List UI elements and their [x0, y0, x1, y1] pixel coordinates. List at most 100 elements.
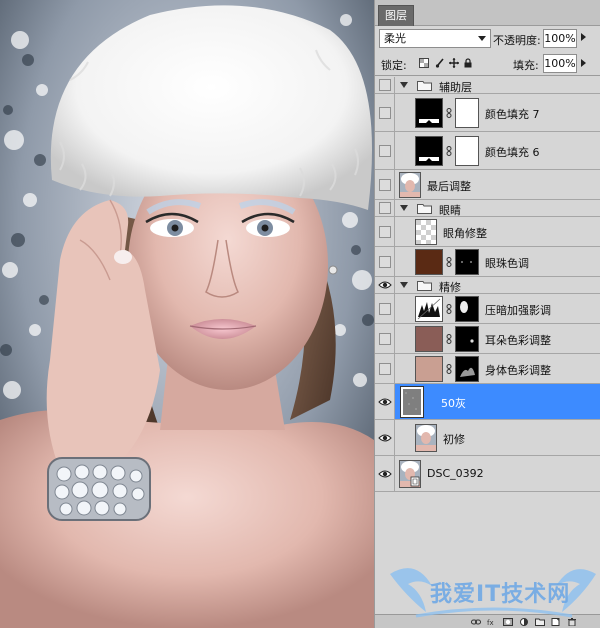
eye-icon: [378, 398, 392, 405]
layer-row[interactable]: 初修: [375, 420, 600, 456]
layer-group-row[interactable]: 辅助层: [375, 77, 600, 94]
transparent-thumbnail: [415, 218, 437, 245]
layer-row[interactable]: 颜色填充 7: [375, 94, 600, 132]
blend-mode-select[interactable]: 柔光: [379, 29, 491, 48]
smart-object-thumbnail: [399, 459, 421, 488]
folder-icon: [417, 281, 432, 291]
visibility-empty-box: [379, 178, 391, 191]
lock-transparency-icon[interactable]: [419, 58, 429, 68]
fill-color-thumbnail: [415, 97, 443, 128]
layer-row[interactable]: DSC_0392: [375, 456, 600, 492]
visibility-toggle[interactable]: [375, 170, 395, 199]
fill-input[interactable]: 100%: [543, 54, 577, 73]
link-chain-icon[interactable]: [446, 303, 452, 314]
link-chain-icon[interactable]: [446, 107, 452, 118]
visibility-toggle[interactable]: [375, 217, 395, 246]
layer-row[interactable]: 颜色填充 6: [375, 132, 600, 170]
opacity-input[interactable]: 100%: [543, 29, 577, 48]
visibility-empty-box: [379, 106, 391, 119]
lock-pixels-brush-icon[interactable]: [435, 58, 445, 68]
link-chain-icon[interactable]: [446, 333, 452, 344]
visibility-empty-box: [379, 302, 391, 315]
link-chain-icon[interactable]: [446, 363, 452, 374]
lock-all-icon[interactable]: [463, 58, 473, 68]
eye-icon: [378, 281, 392, 289]
layer-name: 颜色填充 6: [485, 145, 540, 159]
visibility-empty-box: [379, 202, 391, 214]
layer-mask-thumbnail[interactable]: [455, 325, 479, 352]
layer-row-selected[interactable]: 50灰: [375, 384, 600, 420]
visibility-toggle[interactable]: [375, 200, 395, 216]
layer-mask-thumbnail[interactable]: [455, 97, 479, 128]
watermark-text: 我爱IT技术网: [430, 582, 571, 607]
visibility-toggle[interactable]: [375, 94, 395, 131]
layer-name: 压暗加强影调: [485, 303, 551, 317]
bracelet: [47, 457, 151, 521]
fill-color-thumbnail: [415, 355, 443, 382]
eye-icon: [378, 470, 392, 477]
expand-triangle-icon[interactable]: [400, 82, 408, 88]
layer-name: 身体色彩调整: [485, 363, 551, 377]
layer-mask-thumbnail[interactable]: [455, 135, 479, 166]
layer-name: 辅助层: [439, 81, 472, 94]
layer-name: 耳朵色彩调整: [485, 333, 551, 347]
visibility-toggle[interactable]: [375, 132, 395, 169]
lock-row: 锁定: 填充: 100%: [375, 52, 600, 76]
layer-mask-thumbnail[interactable]: [455, 248, 479, 275]
fill-label: 填充:: [513, 59, 539, 72]
portrait-image: [0, 0, 374, 628]
visibility-toggle[interactable]: [375, 384, 395, 419]
visibility-toggle[interactable]: [375, 456, 395, 491]
layer-group-row[interactable]: 眼睛: [375, 200, 600, 217]
layers-list: 辅助层 颜色填充 7 颜色填充 6 最后调整 眼睛 眼角修整 眼珠色调 精修 压…: [375, 77, 600, 492]
lock-position-move-icon[interactable]: [449, 58, 459, 68]
layer-row[interactable]: 耳朵色彩调整: [375, 324, 600, 354]
chevron-down-icon: [478, 36, 486, 41]
layer-mask-thumbnail[interactable]: [455, 355, 479, 382]
curves-adjustment-thumbnail: [415, 295, 443, 322]
visibility-toggle[interactable]: [375, 247, 395, 276]
layer-name: 眼珠色调: [485, 256, 529, 270]
layer-row[interactable]: 压暗加强影调: [375, 294, 600, 324]
canvas-photo[interactable]: [0, 0, 374, 628]
tab-layers[interactable]: 图层: [378, 5, 414, 26]
visibility-toggle[interactable]: [375, 324, 395, 353]
layer-name: 眼睛: [439, 204, 461, 217]
eye-icon: [378, 434, 392, 441]
panel-tab-bar: 图层: [375, 0, 600, 26]
watermark-logo: 我爱IT技术网: [386, 556, 600, 626]
link-chain-icon[interactable]: [446, 145, 452, 156]
layer-name: 精修: [439, 281, 461, 294]
opacity-slider-arrow-icon[interactable]: [581, 33, 586, 41]
link-chain-icon[interactable]: [446, 256, 452, 267]
layer-row[interactable]: 身体色彩调整: [375, 354, 600, 384]
visibility-toggle[interactable]: [375, 277, 395, 293]
expand-triangle-icon[interactable]: [400, 282, 408, 288]
visibility-toggle[interactable]: [375, 77, 395, 93]
visibility-toggle[interactable]: [375, 294, 395, 323]
layer-name: 眼角修整: [443, 226, 487, 240]
expand-triangle-icon[interactable]: [400, 205, 408, 211]
photo-thumbnail: [399, 171, 421, 198]
visibility-toggle[interactable]: [375, 354, 395, 383]
lock-label: 锁定:: [381, 59, 407, 72]
fill-slider-arrow-icon[interactable]: [581, 59, 586, 67]
layer-row[interactable]: 眼角修整: [375, 217, 600, 247]
fill-color-thumbnail: [415, 135, 443, 166]
gray-layer-thumbnail: [400, 385, 424, 418]
visibility-empty-box: [379, 79, 391, 91]
photo-thumbnail: [415, 423, 437, 452]
fill-color-thumbnail: [415, 248, 443, 275]
layer-mask-thumbnail[interactable]: [455, 295, 479, 322]
folder-icon: [417, 204, 432, 214]
layer-group-row[interactable]: 精修: [375, 277, 600, 294]
layer-row[interactable]: 眼珠色调: [375, 247, 600, 277]
blend-row: 柔光 不透明度: 100%: [375, 26, 600, 52]
fill-color-thumbnail: [415, 325, 443, 352]
layer-name: 50灰: [441, 396, 466, 410]
blend-mode-value: 柔光: [384, 32, 406, 45]
layer-name: 最后调整: [427, 179, 471, 193]
visibility-empty-box: [379, 332, 391, 345]
visibility-toggle[interactable]: [375, 420, 395, 455]
layer-row[interactable]: 最后调整: [375, 170, 600, 200]
